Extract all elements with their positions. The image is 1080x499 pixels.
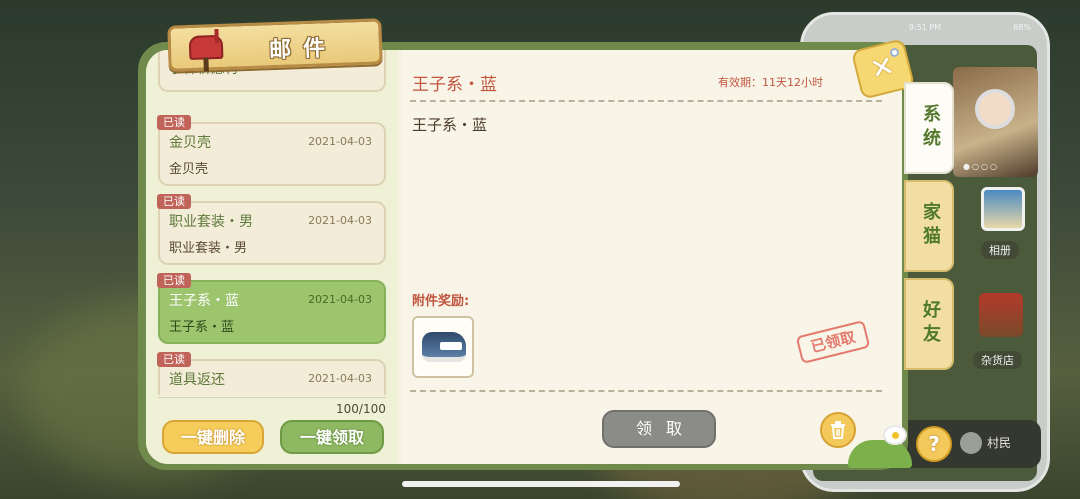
mail-item-date: 2021-04-03 — [308, 372, 372, 385]
read-tag: 已读 — [157, 115, 191, 130]
mail-item-subtitle: 职业套装・男 — [169, 241, 248, 256]
mail-item-date: 2021-04-03 — [308, 135, 372, 148]
title-plaque: 邮件 — [167, 18, 383, 72]
attachment-item[interactable] — [412, 316, 474, 378]
album-app-icon[interactable] — [981, 187, 1025, 231]
tab-friends[interactable]: 好友 — [904, 278, 954, 370]
read-tag: 已读 — [157, 194, 191, 209]
sneaker-icon — [422, 332, 466, 362]
help-button[interactable]: ? — [916, 426, 952, 462]
delete-all-button[interactable]: 一键删除 — [162, 420, 264, 454]
mail-item[interactable]: 已读 道具返还 2021-04-03 — [157, 352, 386, 395]
flower-icon — [883, 425, 907, 445]
villager-icon — [960, 432, 982, 454]
mail-item-title: 职业套装・男 — [169, 214, 253, 230]
delete-mail-button[interactable] — [820, 412, 856, 448]
grocery-app-icon[interactable] — [979, 293, 1023, 337]
mail-list[interactable]: 小森祈愿符 已读 金贝壳 2021-04-03 金贝壳 已读 职业套装・男 20… — [146, 50, 398, 464]
grocery-app-label: 杂货店 — [973, 351, 1022, 369]
home-indicator[interactable] — [402, 481, 680, 487]
read-tag: 已读 — [157, 352, 191, 367]
mail-item[interactable]: 已读 金贝壳 2021-04-03 金贝壳 — [157, 115, 386, 186]
page-title: 邮件 — [268, 35, 338, 64]
mail-item-subtitle: 金贝壳 — [169, 162, 209, 177]
mail-item-title: 王子系・蓝 — [169, 293, 239, 309]
claimed-stamp: 已领取 — [795, 319, 871, 365]
divider — [410, 100, 882, 102]
character-photo[interactable]: ●○○○ — [953, 67, 1038, 177]
mail-validity: 有效期：11天12小时 — [718, 76, 823, 89]
mail-item-subtitle: 王子系・蓝 — [169, 320, 235, 335]
tab-system[interactable]: 系统 — [904, 82, 954, 174]
divider — [410, 390, 882, 392]
mail-count: 100/100 — [336, 402, 386, 416]
read-tag: 已读 — [157, 273, 191, 288]
mailbox-flag-icon — [214, 28, 219, 44]
tab-cat[interactable]: 家猫 — [904, 180, 954, 272]
mail-item-date: 2021-04-03 — [308, 214, 372, 227]
mail-item-date: 2021-04-03 — [308, 293, 372, 306]
phone-status-bar: 9:51 PM 68% — [908, 23, 1031, 32]
character-face-icon — [975, 89, 1015, 129]
attachment-label: 附件奖励: — [412, 294, 470, 309]
mail-detail: 王子系・蓝 有效期：11天12小时 王子系・蓝 附件奖励: 已领取 领取 — [402, 50, 902, 464]
mail-item-selected[interactable]: 已读 王子系・蓝 2021-04-03 王子系・蓝 — [157, 273, 386, 344]
page-dots-icon: ●○○○ — [963, 162, 999, 171]
mail-item[interactable]: 已读 职业套装・男 2021-04-03 职业套装・男 — [157, 194, 386, 265]
mail-panel: 小森祈愿符 已读 金贝壳 2021-04-03 金贝壳 已读 职业套装・男 20… — [146, 50, 902, 464]
pin-icon — [890, 48, 899, 57]
mail-detail-body: 王子系・蓝 — [412, 116, 488, 134]
claim-button[interactable]: 领取 — [602, 410, 716, 448]
list-divider — [158, 397, 386, 398]
claim-all-button[interactable]: 一键领取 — [280, 420, 384, 454]
villager-label: 村民 — [987, 436, 1012, 450]
mail-item-title: 金贝壳 — [169, 135, 211, 151]
trash-icon — [831, 421, 845, 439]
grass-decoration — [848, 440, 912, 468]
album-app-label: 相册 — [981, 241, 1019, 259]
mail-detail-title: 王子系・蓝 — [412, 75, 497, 95]
mail-item-title: 道具返还 — [169, 372, 225, 388]
